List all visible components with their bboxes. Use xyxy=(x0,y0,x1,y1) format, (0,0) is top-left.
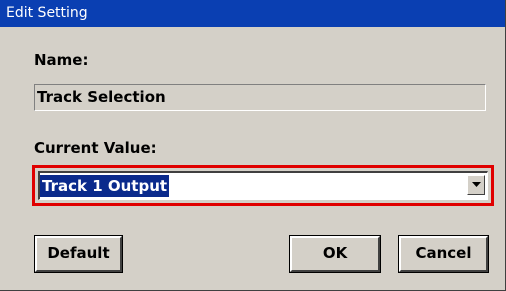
edit-setting-dialog: Edit Setting Name: Track Selection Curre… xyxy=(0,0,506,291)
current-value-selected: Track 1 Output xyxy=(40,175,170,197)
default-button[interactable]: Default xyxy=(34,235,123,273)
dialog-title: Edit Setting xyxy=(6,5,88,21)
chevron-down-icon xyxy=(472,182,481,187)
title-bar[interactable]: Edit Setting xyxy=(0,0,505,27)
dropdown-arrow-button[interactable] xyxy=(467,175,485,195)
cancel-button[interactable]: Cancel xyxy=(398,235,489,273)
name-field: Track Selection xyxy=(34,84,486,111)
current-value-label: Current Value: xyxy=(34,139,157,157)
current-value-dropdown[interactable]: Track 1 Output xyxy=(38,171,488,200)
name-value: Track Selection xyxy=(37,88,166,106)
ok-button[interactable]: OK xyxy=(289,235,381,273)
name-label: Name: xyxy=(34,51,89,69)
